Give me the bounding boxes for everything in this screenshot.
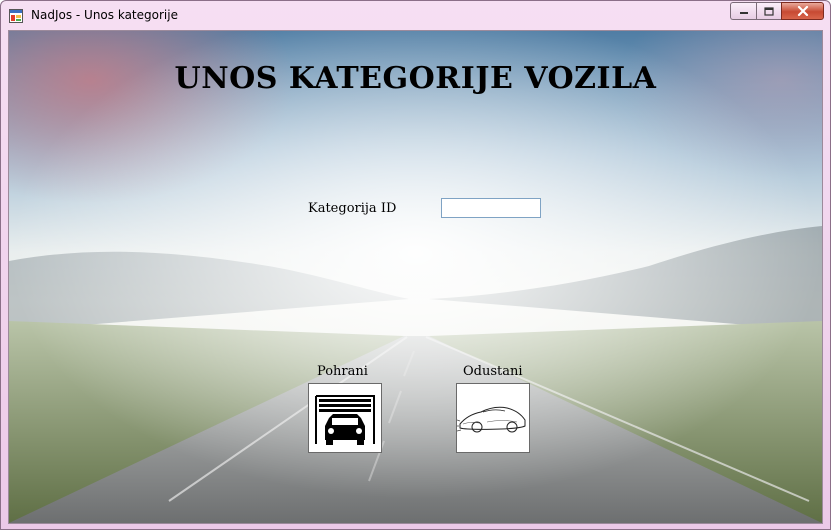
- minimize-icon: [739, 12, 748, 14]
- save-label: Pohrani: [317, 364, 368, 379]
- save-button[interactable]: [308, 383, 382, 453]
- caption-buttons: [730, 2, 824, 21]
- maximize-icon: [764, 6, 774, 16]
- app-window-icon[interactable]: [9, 8, 23, 23]
- title-bar[interactable]: NadJos - Unos kategorije: [1, 1, 830, 30]
- form-client-area: UNOS KATEGORIJE VOZILA Kategorija ID Poh…: [8, 30, 823, 524]
- close-icon: [797, 6, 808, 16]
- category-id-input[interactable]: [441, 198, 541, 218]
- road-landscape-background: [9, 31, 822, 523]
- sports-car-sketch-icon: [456, 406, 526, 433]
- maximize-button[interactable]: [756, 2, 781, 20]
- app-window: NadJos - Unos kategorije UNOS KATEGORIJE…: [0, 0, 831, 530]
- close-button[interactable]: [781, 2, 824, 20]
- window-title: NadJos - Unos kategorije: [31, 8, 178, 22]
- garage-car-icon: [315, 395, 375, 445]
- minimize-button[interactable]: [730, 2, 756, 20]
- page-title: UNOS KATEGORIJE VOZILA: [174, 61, 657, 96]
- cancel-label: Odustani: [463, 364, 523, 379]
- category-id-label: Kategorija ID: [308, 201, 397, 216]
- cancel-button[interactable]: [456, 383, 530, 453]
